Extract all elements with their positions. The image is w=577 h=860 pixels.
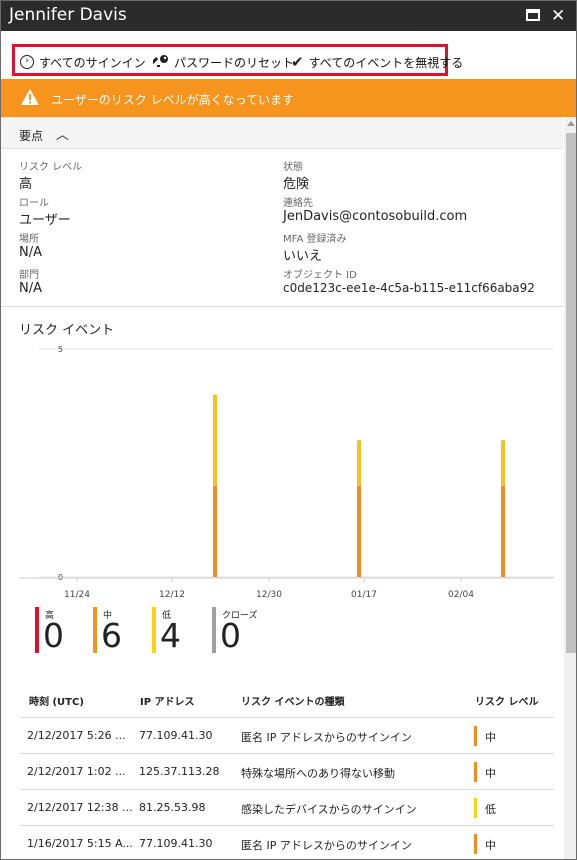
mfa-registered-value: いいえ [283,249,323,264]
risk-level-value: 高 [19,177,33,192]
department-label: 部門 [19,270,39,281]
cell-time: 2/12/2017 12:38 ... [27,801,133,814]
counter-medium-bar [93,607,97,653]
all-signins-button[interactable]: › すべてのサインイン [20,52,146,72]
table-row[interactable]: 2/12/2017 1:02 ... 125.37.113.28 特殊な場所への… [19,753,554,789]
cell-ip: 125.37.113.28 [139,765,220,778]
counter-low-bar [152,607,156,653]
risk-level-bar [474,762,477,782]
blade-title: Jennifer Davis [9,5,127,25]
location-label: 場所 [19,234,39,245]
cell-event-type: 感染したデバイスからのサインイン [241,803,417,816]
x-tick-label: 12/30 [256,590,282,600]
object-id-label: オブジェクト ID [283,270,357,281]
contact-label: 連絡先 [283,198,313,209]
cell-event-type: 匿名 IP アドレスからのサインイン [241,731,412,744]
risk-events-chart: 0511/2412/1212/3001/1702/04 [1,341,563,601]
maximize-icon[interactable] [526,9,540,21]
chart-bar-segment [357,485,361,577]
cell-time: 1/16/2017 5:15 A... [27,837,133,850]
counter-medium-value: 6 [101,616,122,655]
key-icon [153,55,168,67]
x-tick-label: 02/04 [448,590,474,600]
counter-high-value: 0 [43,616,64,655]
department-value: N/A [19,281,42,296]
cell-risk-level: 中 [485,767,496,780]
cell-time: 2/12/2017 5:26 ... [27,729,126,742]
warning-icon [21,89,39,105]
x-tick-label: 01/17 [351,590,377,600]
x-tick-label: 11/24 [64,590,90,600]
counter-low-value: 4 [160,616,181,655]
reset-password-button[interactable]: パスワードのリセット [153,52,294,72]
essentials-divider [1,306,563,307]
risk-warning-text: ユーザーのリスク レベルが高くなっています [51,93,294,107]
risk-events-chart-svg: 0511/2412/1212/3001/1702/04 [19,345,554,600]
table-row[interactable]: 2/12/2017 5:26 ... 77.109.41.30 匿名 IP アド… [19,717,554,753]
role-value: ユーザー [19,213,71,228]
command-bar: › すべてのサインイン パスワードのリセット ✔ すべてのイベントを無視する [1,31,576,79]
column-header-time[interactable]: 時刻 (UTC) [29,693,84,708]
cell-time: 2/12/2017 1:02 ... [27,765,126,778]
essentials-title: 要点 [19,129,44,143]
y-tick-label: 5 [58,345,63,354]
scroll-up-icon[interactable] [567,121,575,126]
close-icon[interactable]: ✕ [551,8,567,25]
blade: Jennifer Davis ✕ › すべてのサインイン パスワードのリセット … [0,0,577,860]
column-header-ip[interactable]: IP アドレス [140,693,195,708]
risk-level-bar [474,798,477,818]
risk-warning-banner: ユーザーのリスク レベルが高くなっています [1,79,576,117]
contact-value[interactable]: JenDavis@contosobuild.com [283,209,467,224]
risk-level-bar [474,834,477,854]
dismiss-all-events-label: すべてのイベントを無視する [308,55,464,70]
mfa-registered-label: MFA 登録済み [283,234,347,245]
cell-ip: 81.25.53.98 [139,801,206,814]
object-id-value: c0de123c-ee1e-4c5a-b115-e11cf66aba92 [283,281,535,295]
all-signins-label: すべてのサインイン [39,55,146,70]
cell-ip: 77.109.41.30 [139,729,213,742]
chart-bar-segment [213,394,217,486]
dismiss-all-events-button[interactable]: ✔ すべてのイベントを無視する [291,52,463,72]
chart-bar-segment [501,440,505,486]
cell-event-type: 特殊な場所へのあり得ない移動 [241,767,395,780]
risk-level-label: リスク レベル [19,162,83,173]
table-row[interactable]: 2/12/2017 12:38 ... 81.25.53.98 感染したデバイス… [19,789,554,825]
counter-high-bar [35,607,39,653]
chevron-right-circle-icon: › [20,55,34,69]
column-header-risk-level[interactable]: リスク レベル [475,693,538,708]
cell-risk-level: 低 [485,803,496,816]
counter-closed-bar [212,607,216,653]
risk-level-bar [474,726,477,746]
risk-events-title: リスク イベント [19,323,115,338]
vertical-scrollbar[interactable] [564,117,576,859]
title-bar: Jennifer Davis ✕ [1,1,576,31]
cell-event-type: 匿名 IP アドレスからのサインイン [241,839,412,852]
state-label: 状態 [283,162,303,173]
cell-risk-level: 中 [485,839,496,852]
reset-password-label: パスワードのリセット [174,55,295,70]
role-label: ロール [19,198,49,209]
chevron-up-icon: ︿ [56,128,70,143]
scroll-thumb[interactable] [566,133,576,653]
cell-risk-level: 中 [485,731,496,744]
cell-ip: 77.109.41.30 [139,837,213,850]
x-tick-label: 12/12 [159,590,185,600]
table-row[interactable]: 1/16/2017 5:15 A... 77.109.41.30 匿名 IP ア… [19,825,554,859]
chart-bar-segment [213,485,217,577]
column-header-event-type[interactable]: リスク イベントの種類 [241,693,344,708]
essentials-toggle[interactable]: 要点 ︿ [1,117,563,149]
location-value: N/A [19,245,42,260]
counter-closed-value: 0 [220,616,241,655]
chart-bar-segment [357,440,361,486]
chart-bar-segment [501,485,505,577]
checkmark-icon: ✔ [291,53,304,71]
state-value: 危険 [283,177,310,192]
